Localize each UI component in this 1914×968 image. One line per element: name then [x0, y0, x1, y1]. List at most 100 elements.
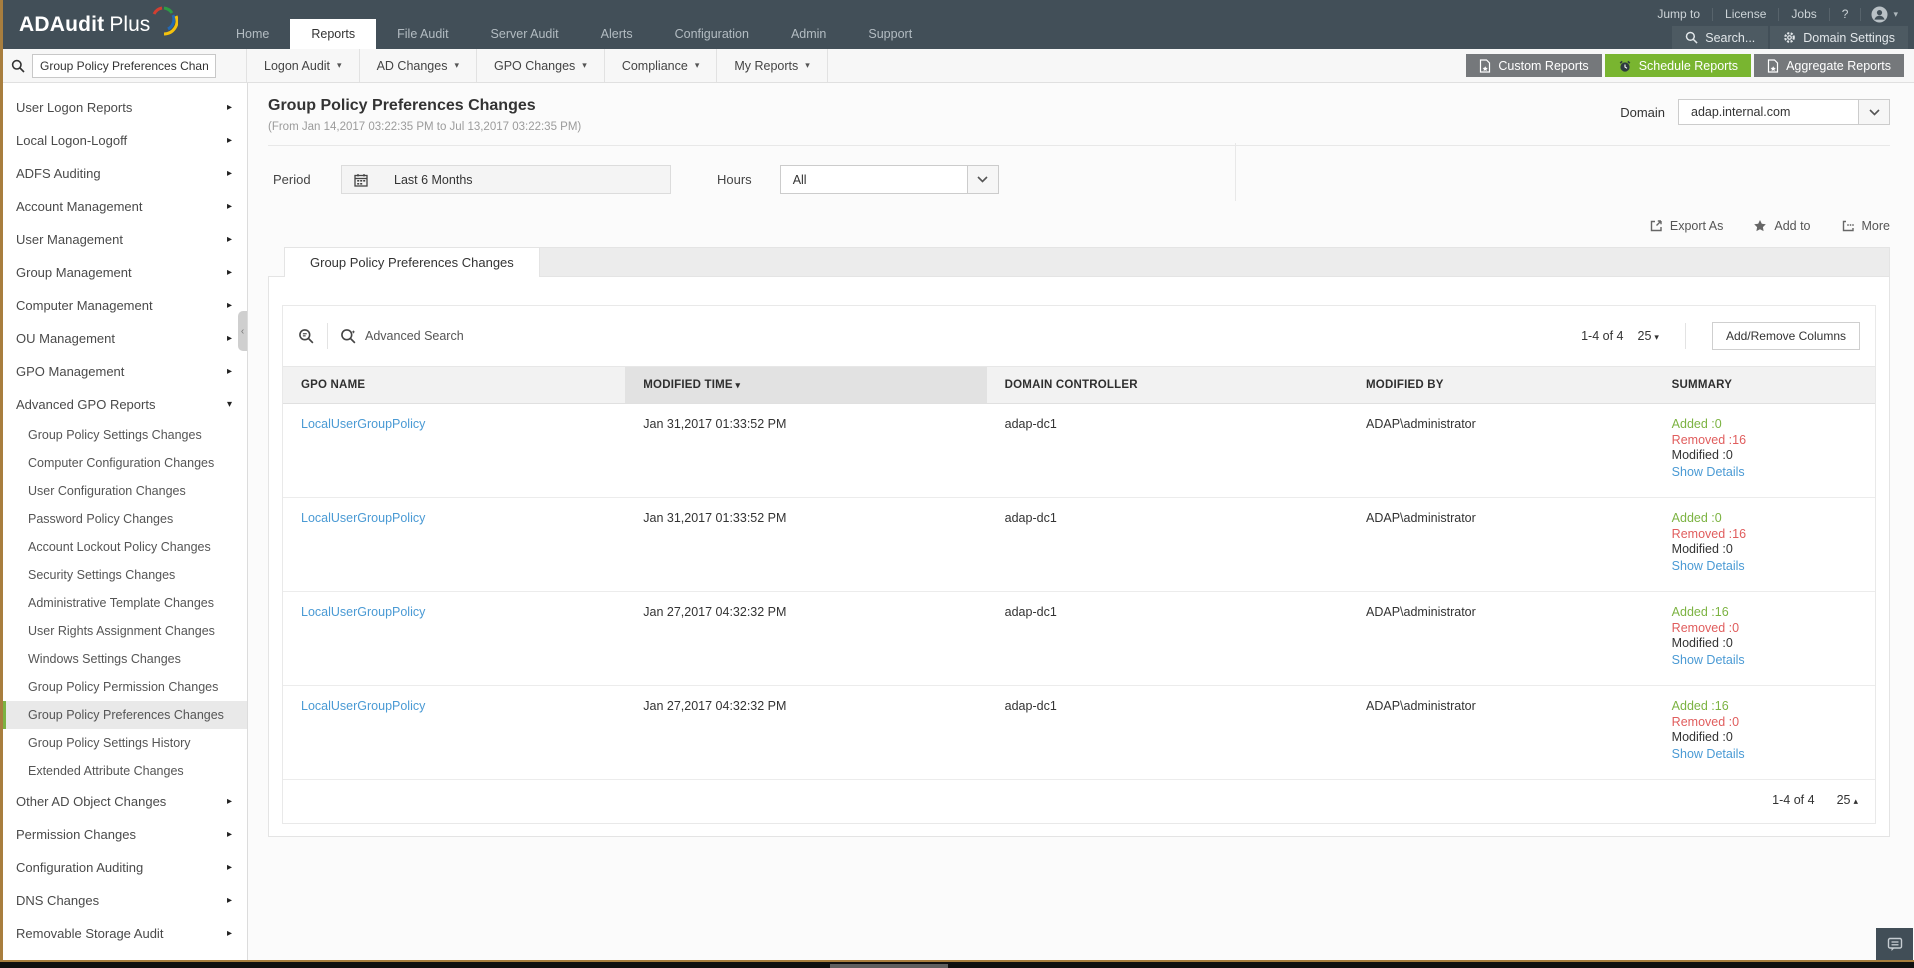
nav-tab[interactable]: File Audit: [376, 19, 469, 49]
add-remove-columns-button[interactable]: Add/Remove Columns: [1711, 322, 1860, 350]
period-picker[interactable]: Last 6 Months: [341, 165, 671, 194]
report-menu[interactable]: AD Changes: [360, 49, 477, 82]
sidebar-item[interactable]: ADFS Auditing: [3, 157, 247, 190]
user-menu[interactable]: ▾: [1861, 6, 1908, 23]
nav-tab-label: Admin: [790, 27, 827, 41]
sidebar-item[interactable]: Permission Changes: [3, 818, 247, 851]
nav-tab[interactable]: Configuration: [654, 19, 770, 49]
sidebar-item[interactable]: GPO Management: [3, 355, 247, 388]
sidebar-item[interactable]: Account Management: [3, 190, 247, 223]
table-header-row: GPO NAME MODIFIED TIME DOMAIN CONTROLLER…: [283, 366, 1875, 404]
report-menu-label: GPO Changes: [493, 58, 576, 73]
add-to-label: Add to: [1774, 219, 1811, 233]
topbar-link[interactable]: ?: [1830, 7, 1862, 21]
topbar-link[interactable]: Jobs: [1779, 7, 1830, 21]
schedule-reports-button[interactable]: Schedule Reports: [1604, 54, 1752, 77]
show-details-link[interactable]: Show Details: [1672, 747, 1745, 763]
report-search-input[interactable]: [32, 53, 216, 78]
sidebar-item[interactable]: Group Policy Settings History: [3, 729, 247, 757]
aggregate-reports-button[interactable]: Aggregate Reports: [1754, 54, 1904, 77]
advanced-search-button[interactable]: Advanced Search: [340, 328, 464, 345]
sidebar-collapse-handle[interactable]: ‹: [238, 311, 247, 351]
sidebar-item[interactable]: User Configuration Changes: [3, 477, 247, 505]
sidebar-item[interactable]: Configuration Auditing: [3, 851, 247, 884]
report-menu[interactable]: GPO Changes: [477, 49, 605, 82]
domain-select[interactable]: adap.internal.com: [1678, 99, 1890, 125]
sidebar-item[interactable]: User Rights Assignment Changes: [3, 617, 247, 645]
nav-tab[interactable]: Alerts: [580, 19, 654, 49]
sidebar-item[interactable]: User Management: [3, 223, 247, 256]
report-menu[interactable]: Compliance: [605, 49, 718, 82]
tab-group-policy-preferences-changes[interactable]: Group Policy Preferences Changes: [284, 247, 540, 277]
sidebar-item[interactable]: Group Policy Settings Changes: [3, 421, 247, 449]
gpo-name-link[interactable]: LocalUserGroupPolicy: [301, 605, 425, 619]
hours-label: Hours: [717, 172, 752, 187]
nav-tab[interactable]: Support: [847, 19, 933, 49]
chevron-icon: [227, 201, 232, 212]
sidebar-item[interactable]: Computer Configuration Changes: [3, 449, 247, 477]
summary-modified: Modified :0: [1671, 636, 1733, 650]
scrollbar-thumb[interactable]: [830, 964, 948, 968]
sidebar-item[interactable]: Removable Storage Audit: [3, 917, 247, 950]
sidebar-item[interactable]: DNS Changes: [3, 884, 247, 917]
sidebar-item[interactable]: Account Lockout Policy Changes: [3, 533, 247, 561]
page-size-select[interactable]: 25 ▴: [1837, 793, 1858, 807]
topbar-link[interactable]: Jump to: [1645, 7, 1714, 21]
chevron-icon: [227, 333, 232, 344]
sidebar-item[interactable]: User Logon Reports: [3, 91, 247, 124]
report-menu[interactable]: My Reports: [717, 49, 828, 82]
sidebar-item[interactable]: Group Policy Permission Changes: [3, 673, 247, 701]
custom-reports-button[interactable]: Custom Reports: [1466, 54, 1602, 77]
global-search-button[interactable]: Search...: [1672, 26, 1769, 49]
sidebar-item[interactable]: Advanced GPO Reports: [3, 388, 247, 421]
page-size-value: 25: [1637, 329, 1652, 343]
nav-tab[interactable]: Reports: [290, 19, 377, 49]
sidebar-item[interactable]: Group Management: [3, 256, 247, 289]
page-title: Group Policy Preferences Changes: [268, 97, 536, 114]
sidebar-item[interactable]: Computer Management: [3, 289, 247, 322]
domain-label: Domain: [1620, 104, 1665, 120]
sidebar-item[interactable]: Windows Settings Changes: [3, 645, 247, 673]
hours-select[interactable]: All: [779, 165, 999, 194]
gpo-name-link[interactable]: LocalUserGroupPolicy: [301, 417, 425, 431]
domain-settings-button[interactable]: Domain Settings: [1770, 26, 1908, 49]
add-to-button[interactable]: Add to: [1753, 219, 1811, 233]
sidebar-item[interactable]: OU Management: [3, 322, 247, 355]
show-details-link[interactable]: Show Details: [1672, 653, 1745, 669]
chat-button[interactable]: [1876, 928, 1913, 960]
column-header[interactable]: DOMAIN CONTROLLER: [986, 366, 1349, 404]
sidebar-item[interactable]: Group Policy Preferences Changes: [3, 701, 247, 729]
show-details-link[interactable]: Show Details: [1672, 465, 1745, 481]
sidebar-item[interactable]: Administrative Template Changes: [3, 589, 247, 617]
bottom-scrollbar[interactable]: [0, 960, 1914, 968]
quick-search-icon[interactable]: [298, 328, 315, 345]
modified-by-cell: ADAP\administrator: [1348, 497, 1654, 592]
column-header[interactable]: SUMMARY: [1653, 366, 1875, 404]
nav-tab[interactable]: Home: [215, 19, 290, 49]
sidebar-item[interactable]: Local Logon-Logoff: [3, 124, 247, 157]
report-table-container: Advanced Search 1-4 of 4 25 ▾ Add/Remove …: [282, 305, 1876, 824]
nav-tab-label: File Audit: [397, 27, 449, 41]
sidebar-item[interactable]: Security Settings Changes: [3, 561, 247, 589]
sidebar-item[interactable]: Password Policy Changes: [3, 505, 247, 533]
page-size-select[interactable]: 25 ▾: [1638, 329, 1659, 343]
gpo-name-link[interactable]: LocalUserGroupPolicy: [301, 699, 425, 713]
sidebar-item[interactable]: Other AD Object Changes: [3, 785, 247, 818]
topbar-link[interactable]: License: [1713, 7, 1780, 21]
report-table: GPO NAME MODIFIED TIME DOMAIN CONTROLLER…: [283, 366, 1875, 780]
show-details-link[interactable]: Show Details: [1672, 559, 1745, 575]
sidebar-item[interactable]: Extended Attribute Changes: [3, 757, 247, 785]
sidebar-item-label: OU Management: [16, 331, 115, 346]
report-menu-label: Logon Audit: [264, 58, 331, 73]
column-header[interactable]: MODIFIED BY: [1348, 366, 1654, 404]
nav-tab[interactable]: Server Audit: [470, 19, 580, 49]
gpo-name-link[interactable]: LocalUserGroupPolicy: [301, 511, 425, 525]
column-header[interactable]: MODIFIED TIME: [625, 366, 987, 404]
report-menu[interactable]: Logon Audit: [247, 49, 360, 82]
star-icon: [1754, 220, 1767, 232]
sidebar-item-label: Permission Changes: [16, 827, 136, 842]
more-button[interactable]: More: [1841, 219, 1890, 233]
nav-tab[interactable]: Admin: [770, 19, 847, 49]
export-as-button[interactable]: Export As: [1649, 219, 1723, 233]
column-header[interactable]: GPO NAME: [283, 366, 626, 404]
